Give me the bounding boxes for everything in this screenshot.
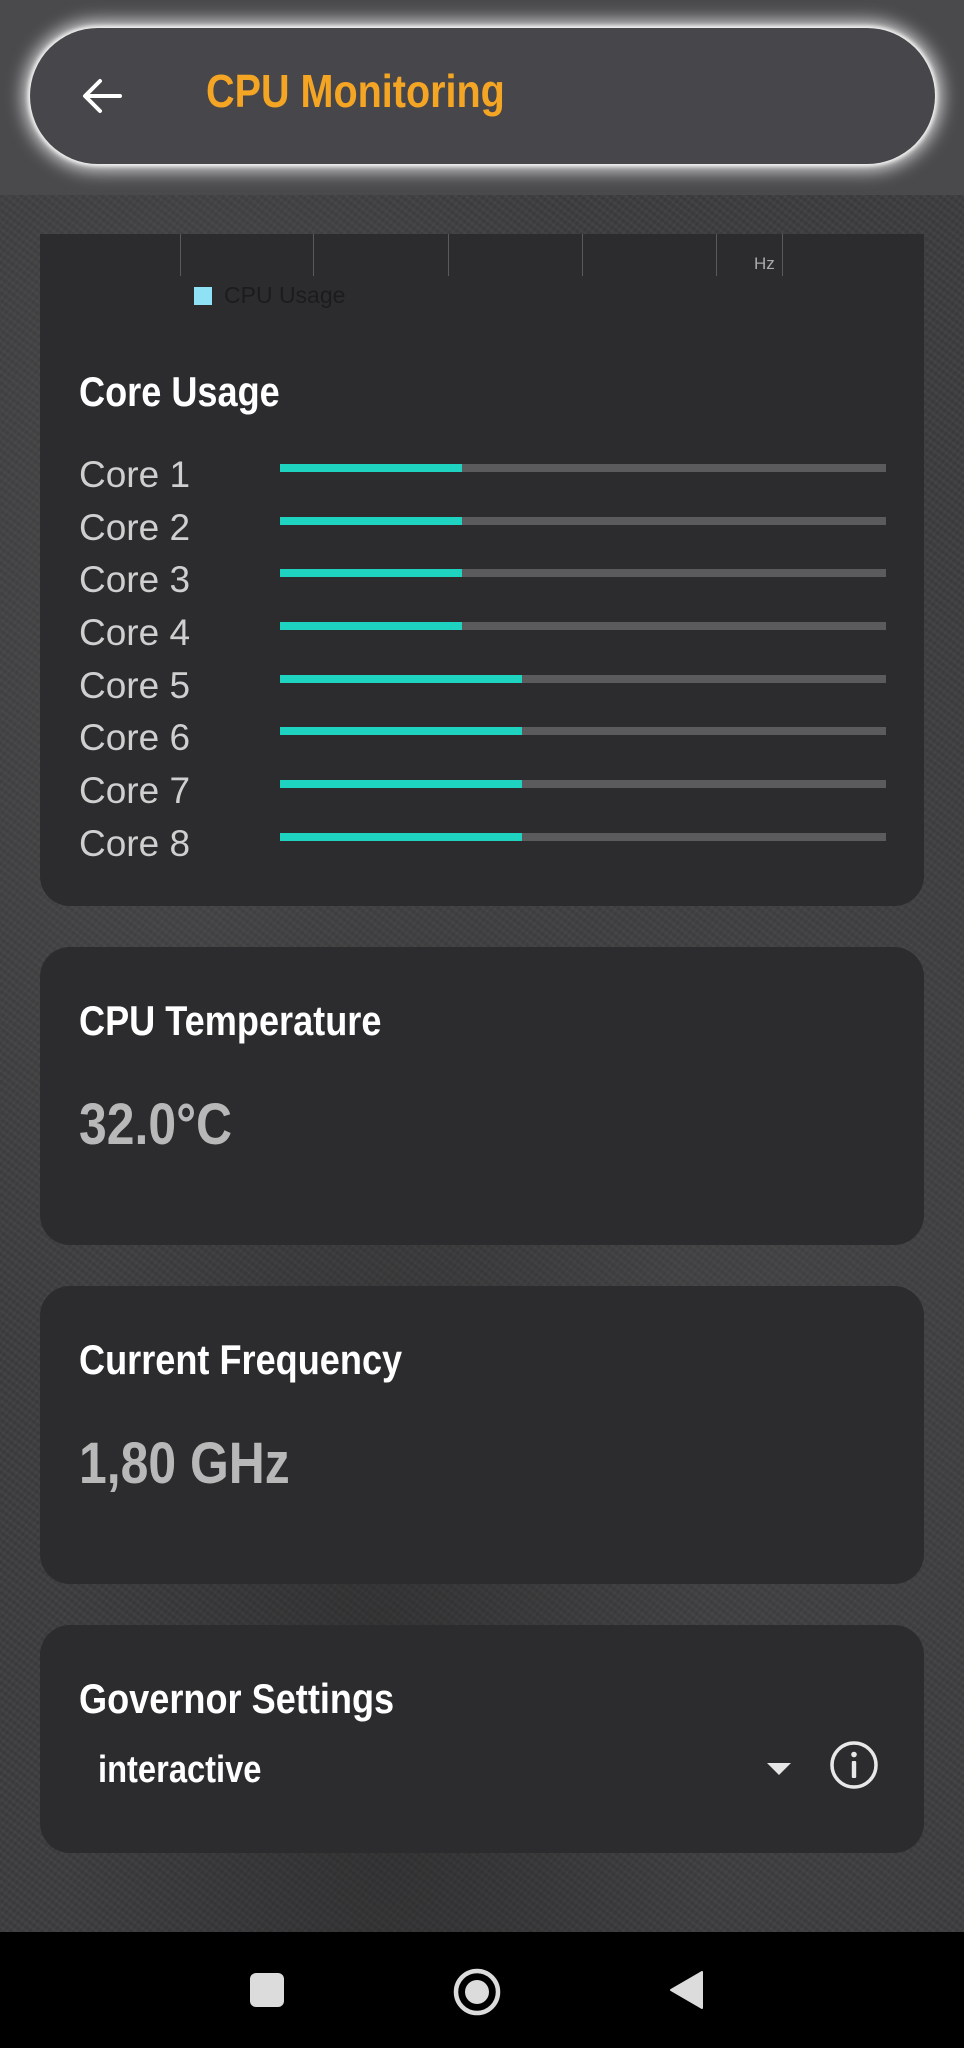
- grid-line: [448, 234, 449, 276]
- core-usage-fill: [280, 780, 523, 788]
- core-label: Core 5: [79, 665, 191, 706]
- core-row: Core 1: [79, 454, 889, 506]
- core-usage-track: [280, 569, 886, 577]
- triangle-back-icon[interactable]: [668, 1970, 704, 2010]
- grid-line: [313, 234, 314, 276]
- core-usage-track: [280, 727, 886, 735]
- current-frequency-title: Current Frequency: [79, 1336, 403, 1383]
- core-usage-fill: [280, 464, 462, 472]
- current-frequency-card: Current Frequency 1,80 GHz: [40, 1286, 924, 1584]
- core-usage-fill: [280, 675, 523, 683]
- core-usage-fill: [280, 517, 462, 525]
- core-usage-fill: [280, 833, 523, 841]
- core-row: Core 2: [79, 507, 889, 559]
- core-row: Core 8: [79, 823, 889, 875]
- cpu-temperature-title: CPU Temperature: [79, 997, 382, 1044]
- grid-line: [180, 234, 181, 276]
- page-title: CPU Monitoring: [206, 65, 505, 117]
- core-row: Core 6: [79, 717, 889, 769]
- core-row: Core 4: [79, 612, 889, 664]
- core-usage-track: [280, 622, 886, 630]
- square-icon[interactable]: [249, 1972, 285, 2008]
- governor-dropdown[interactable]: interactive: [70, 1735, 810, 1807]
- governor-settings-card: Governor Settings interactive: [40, 1625, 924, 1853]
- circle-home-icon[interactable]: [452, 1967, 502, 2017]
- core-usage-track: [280, 780, 886, 788]
- governor-settings-title: Governor Settings: [79, 1675, 395, 1722]
- core-label: Core 6: [79, 717, 191, 758]
- current-frequency-value: 1,80 GHz: [79, 1431, 290, 1496]
- axis-unit-label: Hz: [754, 254, 775, 273]
- core-row: Core 5: [79, 665, 889, 717]
- core-usage-fill: [280, 622, 462, 630]
- core-label: Core 8: [79, 823, 191, 864]
- core-usage-track: [280, 833, 886, 841]
- core-row: Core 3: [79, 559, 889, 611]
- grid-line: [782, 234, 783, 276]
- core-label: Core 2: [79, 507, 191, 548]
- legend-label: CPU Usage: [224, 282, 346, 308]
- cpu-temperature-card: CPU Temperature 32.0°C: [40, 947, 924, 1245]
- core-usage-fill: [280, 727, 523, 735]
- core-usage-title: Core Usage: [79, 368, 280, 415]
- core-label: Core 7: [79, 770, 191, 811]
- core-label: Core 4: [79, 612, 191, 653]
- chart-grid: [180, 234, 825, 276]
- system-navigation-bar: [0, 1932, 964, 2048]
- core-usage-card: Hz CPU Usage Core Usage Core 1 Core 2 Co…: [40, 234, 924, 906]
- chart-legend: CPU Usage: [194, 282, 345, 309]
- grid-line: [716, 234, 717, 276]
- core-label: Core 3: [79, 559, 191, 600]
- arrow-left-icon[interactable]: [74, 68, 130, 124]
- core-usage-track: [280, 517, 886, 525]
- caret-down-icon: [767, 1763, 791, 1775]
- cpu-temperature-value: 32.0°C: [79, 1092, 233, 1157]
- core-usage-track: [280, 464, 886, 472]
- grid-line: [582, 234, 583, 276]
- legend-swatch: [194, 286, 212, 305]
- info-icon[interactable]: [828, 1739, 880, 1791]
- core-row: Core 7: [79, 770, 889, 822]
- governor-selected-value: interactive: [98, 1749, 262, 1791]
- core-label: Core 1: [79, 454, 191, 495]
- core-usage-fill: [280, 569, 462, 577]
- app-bar: CPU Monitoring: [30, 28, 935, 164]
- core-usage-track: [280, 675, 886, 683]
